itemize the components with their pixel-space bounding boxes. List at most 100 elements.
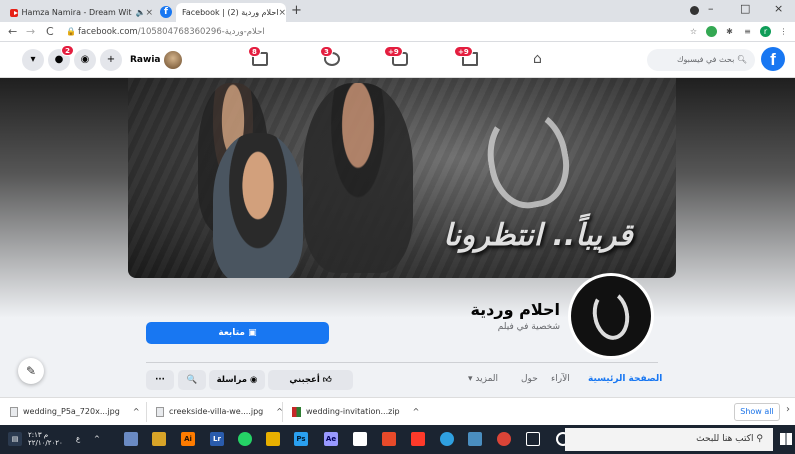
store-icon[interactable] <box>353 432 367 446</box>
thumbs-up-icon: 👍︎ <box>322 375 332 385</box>
chevron-up-icon[interactable]: ^ <box>94 435 100 443</box>
divider <box>282 402 283 422</box>
page-profile-picture[interactable] <box>568 273 654 359</box>
back-button[interactable]: ← <box>8 25 17 38</box>
app-icon[interactable] <box>266 432 280 446</box>
facebook-tab-icon: f <box>160 6 172 18</box>
audio-icon[interactable]: 🔈 <box>135 8 145 17</box>
file-explorer-icon[interactable] <box>152 432 166 446</box>
acrobat-icon[interactable] <box>411 432 425 446</box>
language-indicator[interactable]: ع <box>76 435 80 443</box>
account-menu-button[interactable]: ▾ <box>22 49 44 71</box>
tab-youtube[interactable]: Hamza Namira - Dream Wit 🔈 × <box>4 3 159 22</box>
messenger-icon: ◉ <box>250 375 258 385</box>
windows-taskbar: ▤ م ٢:١٣ ٢٢/١٠/٢٠٢٠ ع ^ Ai Lr Ps Ae ⚲ اك… <box>0 425 795 454</box>
cover-figure <box>303 83 413 273</box>
facebook-logo[interactable]: f <box>761 47 785 71</box>
download-item[interactable]: wedding_P5a_720x...jpg ^ <box>10 405 140 419</box>
tab-title: Facebook | احلام وردية (2) <box>182 8 279 17</box>
facebook-header: ▾ ● 2 ◉ + Rawia 8 3 +9 +9 ⌂ 🔍︎ بحث في في… <box>0 42 795 78</box>
nav-badge: 3 <box>320 46 333 57</box>
app-icon[interactable] <box>124 432 138 446</box>
tab-facebook[interactable]: Facebook | احلام وردية (2) × <box>176 3 286 22</box>
tab-about[interactable]: حول <box>521 374 538 384</box>
nav-groups[interactable]: 3 <box>320 46 340 66</box>
messenger-button[interactable]: ◉ <box>74 49 96 71</box>
cover-photo[interactable]: قريباً.. انتظرونا <box>128 78 676 278</box>
edge-icon[interactable] <box>440 432 454 446</box>
app-icon[interactable] <box>468 432 482 446</box>
search-icon: ⚲ <box>756 434 763 444</box>
message-label: مراسلة <box>216 375 248 385</box>
reload-button[interactable]: C <box>46 25 54 38</box>
maximize-button[interactable]: □ <box>740 2 750 15</box>
show-all-downloads-button[interactable]: Show all <box>734 403 780 421</box>
message-button[interactable]: ◉ مراسلة <box>209 370 265 390</box>
url-field[interactable]: facebook.com/105804768360296-احلام-وردية <box>78 25 658 39</box>
reading-list-icon[interactable]: ≡ <box>742 26 753 37</box>
app-icon[interactable] <box>382 432 396 446</box>
address-bar: ← → C 🔒 facebook.com/105804768360296-احل… <box>0 22 795 42</box>
after-effects-icon[interactable]: Ae <box>324 432 338 446</box>
file-icon <box>10 407 18 417</box>
tab-title: Hamza Namira - Dream Wit <box>21 8 132 17</box>
forward-button[interactable]: → <box>26 25 35 38</box>
zip-file-icon <box>292 407 301 417</box>
cover-headline: قريباً.. انتظرونا <box>443 218 633 253</box>
bell-icon: ● <box>54 54 64 65</box>
photoshop-icon[interactable]: Ps <box>294 432 308 446</box>
windows-start-icon[interactable] <box>780 433 792 445</box>
close-tab-icon[interactable]: × <box>145 8 153 18</box>
follow-button[interactable]: ▣ متابعة <box>146 322 329 344</box>
nav-marketplace[interactable]: +9 <box>454 46 478 66</box>
task-view-icon[interactable] <box>526 432 540 446</box>
notifications-button[interactable]: ● 2 <box>48 45 74 71</box>
plus-icon: + <box>106 54 116 65</box>
record-icon[interactable] <box>690 6 699 15</box>
extensions-icon[interactable]: ✱ <box>724 26 735 37</box>
create-button[interactable]: + <box>100 49 122 71</box>
search-input[interactable]: 🔍︎ بحث في فيسبوك <box>647 49 755 71</box>
profile-chip[interactable]: Rawia <box>130 50 183 70</box>
chevron-up-icon[interactable]: ^ <box>413 405 420 419</box>
home-icon[interactable]: ⌂ <box>533 52 549 66</box>
browser-tab-strip: Hamza Namira - Dream Wit 🔈 × f Facebook … <box>0 0 795 22</box>
minimize-button[interactable]: – <box>708 2 714 15</box>
download-filename: creekside-villa-we....jpg <box>169 407 264 416</box>
nav-watch[interactable]: +9 <box>384 46 408 66</box>
lock-icon[interactable]: 🔒 <box>66 27 76 36</box>
close-downloads-icon[interactable]: › <box>786 404 790 415</box>
lightroom-icon[interactable]: Lr <box>210 432 224 446</box>
profile-avatar-icon[interactable]: r <box>760 26 771 37</box>
taskbar-search-input[interactable]: ⚲ اكتب هنا للبحث <box>565 428 773 451</box>
close-tab-icon[interactable]: × <box>279 8 287 18</box>
follow-label: متابعة <box>218 328 245 338</box>
messenger-icon: ◉ <box>80 54 90 65</box>
search-icon: 🔍︎ <box>736 55 747 64</box>
notification-center-icon[interactable]: ▤ <box>8 432 22 446</box>
clock-time: م ٢:١٣ <box>28 431 49 439</box>
like-button[interactable]: 👍︎ أعجبني <box>268 370 353 390</box>
whatsapp-icon[interactable] <box>238 432 252 446</box>
search-page-button[interactable]: 🔍 <box>178 370 206 390</box>
chevron-up-icon[interactable]: ^ <box>133 405 140 419</box>
tab-more[interactable]: المزيد ▾ <box>468 374 498 384</box>
tab-home[interactable]: الصفحة الرئيسية <box>588 374 662 384</box>
download-filename: wedding_P5a_720x...jpg <box>23 407 120 416</box>
download-item[interactable]: creekside-villa-we....jpg ^ <box>156 405 283 419</box>
more-actions-button[interactable]: ··· <box>146 370 174 390</box>
taskbar-clock[interactable]: م ٢:١٣ ٢٢/١٠/٢٠٢٠ <box>28 431 63 447</box>
drive-extension-icon[interactable] <box>706 26 717 37</box>
illustrator-icon[interactable]: Ai <box>181 432 195 446</box>
bookmark-star-icon[interactable]: ☆ <box>688 26 699 37</box>
new-tab-button[interactable]: + <box>291 3 302 18</box>
download-item[interactable]: wedding-invitation...zip ^ <box>292 405 419 419</box>
new-message-button[interactable]: ✎ <box>18 358 44 384</box>
close-window-button[interactable]: × <box>774 2 783 15</box>
tab-reviews[interactable]: الآراء <box>551 374 570 384</box>
page-logo <box>588 287 634 343</box>
menu-icon[interactable]: ⋮ <box>778 26 789 37</box>
nav-gaming[interactable]: 8 <box>248 46 268 66</box>
profile-name: Rawia <box>130 55 161 65</box>
chrome-icon[interactable] <box>497 432 511 446</box>
